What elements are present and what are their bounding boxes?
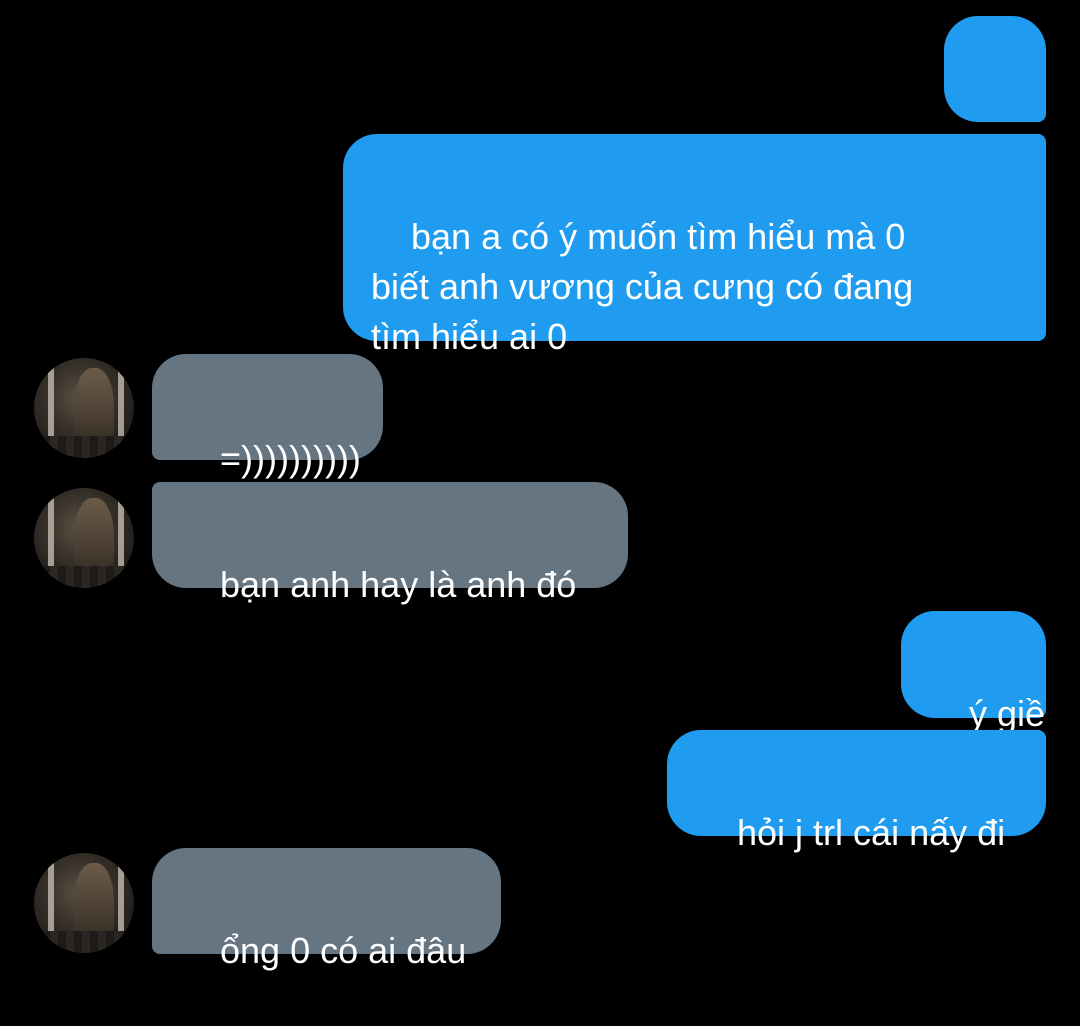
contact-avatar[interactable] — [34, 488, 134, 588]
message-incoming[interactable]: =)))))))))) — [152, 354, 383, 479]
message-outgoing[interactable]: bạn a có ý muốn tìm hiểu mà 0 biết anh v… — [343, 134, 1046, 357]
avatar-detail — [34, 931, 134, 953]
message-text: bạn a có ý muốn tìm hiểu mà 0 biết anh v… — [371, 216, 914, 357]
message-text: ý giề — [969, 693, 1046, 734]
message-incoming[interactable]: ổng 0 có ai đâu — [152, 848, 501, 971]
message-text: bạn anh hay là anh đó — [220, 564, 577, 605]
contact-avatar[interactable] — [34, 853, 134, 953]
message-text: =)))))))))) — [220, 438, 361, 479]
avatar-detail — [34, 566, 134, 588]
message-text: hỏi j trl cái nấy đi — [737, 812, 1006, 853]
chat-thread: ko bạn a có ý muốn tìm hiểu mà 0 biết an… — [0, 0, 1080, 971]
message-outgoing[interactable]: ko — [944, 16, 1046, 189]
message-text: ổng 0 có ai đâu — [220, 930, 467, 971]
avatar-detail — [34, 436, 134, 458]
message-outgoing[interactable]: hỏi j trl cái nấy đi — [667, 730, 1046, 853]
message-incoming[interactable]: bạn anh hay là anh đó — [152, 482, 628, 605]
contact-avatar[interactable] — [34, 358, 134, 458]
message-outgoing[interactable]: ý giề — [901, 611, 1046, 734]
